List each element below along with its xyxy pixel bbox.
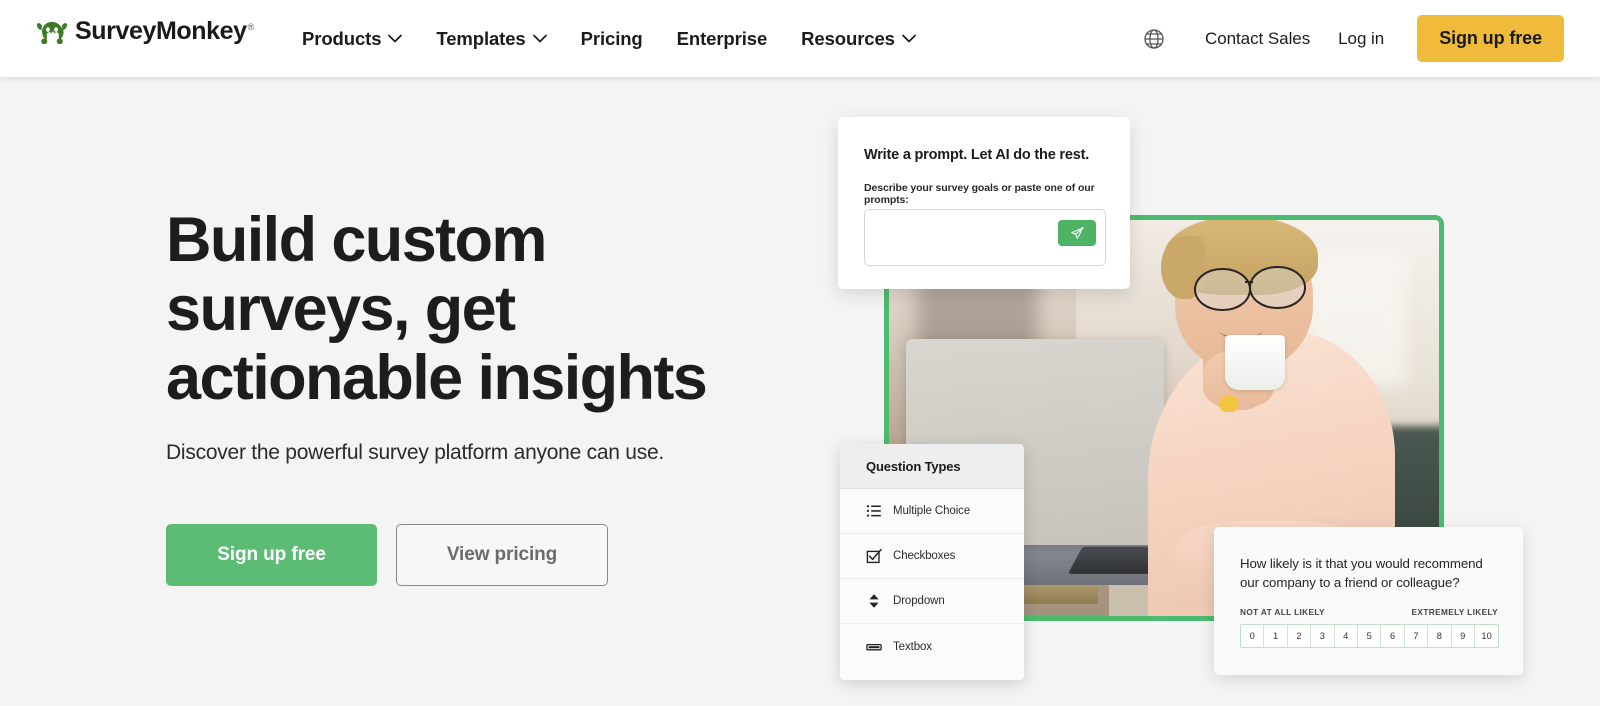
nps-low-label: NOT AT ALL LIKELY — [1240, 607, 1325, 617]
contact-sales-link[interactable]: Contact Sales — [1191, 29, 1324, 49]
question-type-dropdown[interactable]: Dropdown — [840, 579, 1024, 624]
nav-label: Resources — [801, 27, 895, 49]
surveymonkey-logo[interactable]: SurveyMonkey® — [36, 19, 254, 44]
nps-high-label: EXTREMELY LIKELY — [1411, 607, 1498, 617]
question-type-textbox[interactable]: Textbox — [840, 624, 1024, 669]
hero-copy: Build custom surveys, get actionable ins… — [166, 206, 806, 465]
bulleted-list-icon — [866, 505, 881, 517]
nav-label: Products — [302, 27, 382, 49]
ai-card-title: Write a prompt. Let AI do the rest. — [864, 147, 1090, 163]
nps-option[interactable]: 2 — [1288, 625, 1312, 647]
hero-subtitle: Discover the powerful survey platform an… — [166, 441, 664, 464]
nav-item-pricing[interactable]: Pricing — [564, 0, 660, 77]
nav-label: Templates — [436, 27, 526, 49]
view-pricing-button[interactable]: View pricing — [396, 524, 608, 586]
signup-free-button-hero[interactable]: Sign up free — [166, 524, 377, 586]
question-type-checkboxes[interactable]: Checkboxes — [840, 534, 1024, 579]
nps-legend: NOT AT ALL LIKELY EXTREMELY LIKELY — [1240, 607, 1498, 617]
question-types-card: Question Types Multiple Choice Checkboxe… — [840, 444, 1024, 680]
nps-option[interactable]: 9 — [1452, 625, 1475, 647]
paper-plane-icon — [1070, 226, 1084, 239]
nps-option[interactable]: 7 — [1405, 625, 1429, 647]
nav-label: Pricing — [580, 27, 643, 49]
nps-question-card: How likely is it that you would recommen… — [1214, 527, 1523, 675]
page-title: Build custom surveys, get actionable ins… — [166, 205, 708, 413]
log-in-link[interactable]: Log in — [1324, 29, 1398, 49]
question-type-label: Multiple Choice — [893, 505, 971, 517]
textbox-icon — [866, 643, 882, 650]
nps-scale: 0 1 2 3 4 5 6 7 8 9 10 — [1240, 624, 1500, 648]
nps-option[interactable]: 3 — [1311, 625, 1335, 647]
question-type-multiple-choice[interactable]: Multiple Choice — [840, 489, 1024, 534]
hero-cta-row: Sign up free View pricing — [166, 524, 608, 586]
updown-arrows-icon — [869, 594, 879, 608]
nav-item-templates[interactable]: Templates — [419, 0, 563, 77]
nps-question-text: How likely is it that you would recommen… — [1240, 556, 1483, 590]
surveymonkey-homepage: SurveyMonkey® Products Templates Pricing… — [0, 0, 1600, 706]
nps-option[interactable]: 5 — [1358, 625, 1382, 647]
logo-trademark: ® — [247, 21, 255, 32]
question-type-label: Textbox — [893, 640, 932, 653]
nps-option[interactable]: 8 — [1428, 625, 1452, 647]
ai-prompt-input-wrapper[interactable] — [864, 209, 1106, 266]
chevron-down-icon — [388, 34, 403, 43]
nps-option[interactable]: 4 — [1335, 625, 1358, 647]
ai-prompt-card: Write a prompt. Let AI do the rest. Desc… — [838, 117, 1130, 289]
nps-option[interactable]: 10 — [1475, 625, 1498, 647]
nav-label: Enterprise — [676, 27, 768, 49]
nps-option[interactable]: 1 — [1264, 625, 1288, 647]
nav-item-enterprise[interactable]: Enterprise — [660, 0, 785, 77]
surveymonkey-logo-icon — [36, 21, 68, 44]
chevron-down-icon — [902, 34, 916, 43]
globe-icon[interactable] — [1143, 28, 1165, 50]
question-type-label: Dropdown — [893, 595, 945, 607]
logo-wordmark: SurveyMonkey® — [75, 17, 255, 45]
nav-item-products[interactable]: Products — [285, 0, 419, 77]
main-navigation: Products Templates Pricing Enterprise Re… — [285, 0, 933, 77]
chevron-down-icon — [532, 34, 547, 43]
checkbox-icon — [866, 548, 882, 564]
nps-option[interactable]: 0 — [1241, 625, 1265, 647]
signup-free-button-header[interactable]: Sign up free — [1417, 15, 1564, 62]
question-type-label: Checkboxes — [893, 550, 956, 562]
ai-send-button[interactable] — [1058, 220, 1096, 246]
ai-card-subtitle: Describe your survey goals or paste one … — [864, 182, 1095, 206]
header-actions: Contact Sales Log in Sign up free — [1143, 0, 1564, 77]
nav-item-resources[interactable]: Resources — [784, 0, 933, 77]
site-header: SurveyMonkey® Products Templates Pricing… — [0, 0, 1600, 77]
nps-option[interactable]: 6 — [1381, 625, 1405, 647]
question-types-title: Question Types — [840, 444, 1024, 489]
